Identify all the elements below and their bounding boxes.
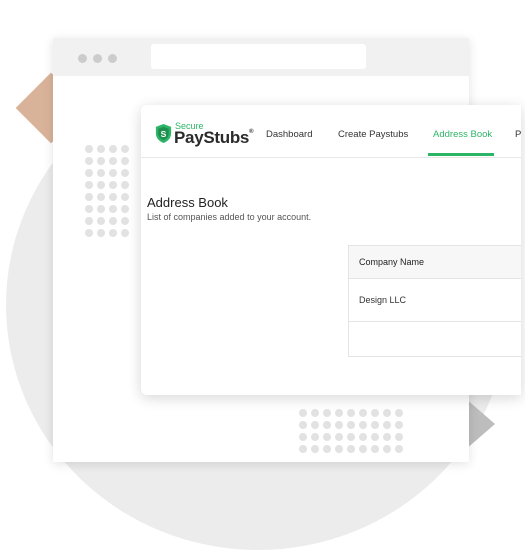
app-window: S Secure PayStubs® Dashboard Create Pays… bbox=[141, 105, 521, 395]
decorative-dot bbox=[121, 181, 129, 189]
decorative-dot bbox=[97, 169, 105, 177]
companies-table: Company Name Design LLC bbox=[348, 245, 521, 357]
page-subtitle: List of companies added to your account. bbox=[147, 212, 312, 222]
decorative-dot bbox=[121, 157, 129, 165]
decorative-dot bbox=[359, 445, 367, 453]
decorative-dot bbox=[347, 445, 355, 453]
decorative-dot bbox=[109, 205, 117, 213]
decorative-dot bbox=[383, 409, 391, 417]
decorative-dot bbox=[323, 445, 331, 453]
decorative-dot bbox=[347, 421, 355, 429]
navbar: S Secure PayStubs® Dashboard Create Pays… bbox=[141, 105, 521, 158]
decorative-dot bbox=[347, 409, 355, 417]
svg-text:S: S bbox=[161, 129, 167, 139]
decorative-dot bbox=[383, 445, 391, 453]
logo-brand-text: PayStubs® bbox=[174, 128, 254, 147]
decorative-dot-grid bbox=[299, 409, 403, 453]
decorative-dot bbox=[299, 421, 307, 429]
decorative-dot bbox=[335, 421, 343, 429]
decorative-dot bbox=[97, 205, 105, 213]
decorative-dot bbox=[347, 433, 355, 441]
decorative-dot bbox=[109, 229, 117, 237]
nav-dashboard[interactable]: Dashboard bbox=[266, 130, 312, 140]
decorative-dot bbox=[323, 409, 331, 417]
decorative-dot bbox=[395, 421, 403, 429]
decorative-dot bbox=[311, 445, 319, 453]
decorative-dot bbox=[97, 229, 105, 237]
decorative-dot bbox=[97, 181, 105, 189]
decorative-dot bbox=[109, 145, 117, 153]
decorative-dot bbox=[323, 421, 331, 429]
decorative-dot bbox=[109, 169, 117, 177]
logo[interactable]: S Secure PayStubs® bbox=[154, 120, 254, 148]
decorative-dot bbox=[121, 145, 129, 153]
decorative-dot bbox=[85, 205, 93, 213]
decorative-dot bbox=[383, 421, 391, 429]
decorative-dot bbox=[85, 145, 93, 153]
logo-registered-mark: ® bbox=[249, 129, 254, 135]
decorative-dot bbox=[85, 169, 93, 177]
decorative-dot bbox=[371, 421, 379, 429]
decorative-dot bbox=[359, 409, 367, 417]
decorative-dot bbox=[311, 433, 319, 441]
browser-chrome bbox=[53, 38, 469, 76]
decorative-dot bbox=[335, 409, 343, 417]
decorative-dot bbox=[371, 433, 379, 441]
window-dot-icon bbox=[93, 54, 102, 63]
decorative-dot bbox=[371, 409, 379, 417]
decorative-dot bbox=[109, 217, 117, 225]
decorative-dot bbox=[97, 193, 105, 201]
decorative-dot bbox=[109, 193, 117, 201]
decorative-dot bbox=[109, 181, 117, 189]
decorative-dot bbox=[299, 445, 307, 453]
decorative-dot bbox=[121, 229, 129, 237]
column-header-company-name[interactable]: Company Name bbox=[349, 246, 521, 279]
decorative-dot bbox=[371, 445, 379, 453]
decorative-dot bbox=[121, 193, 129, 201]
decorative-dot bbox=[395, 409, 403, 417]
decorative-dot bbox=[121, 205, 129, 213]
decorative-dot bbox=[299, 433, 307, 441]
decorative-triangle bbox=[465, 398, 495, 450]
decorative-dot bbox=[97, 157, 105, 165]
decorative-dot bbox=[85, 193, 93, 201]
window-dot-icon bbox=[78, 54, 87, 63]
logo-brand-name: PayStubs bbox=[174, 128, 250, 147]
decorative-dot bbox=[97, 217, 105, 225]
decorative-dot bbox=[323, 433, 331, 441]
decorative-dot bbox=[121, 169, 129, 177]
url-bar[interactable] bbox=[151, 44, 366, 69]
decorative-dot bbox=[383, 433, 391, 441]
decorative-dot bbox=[311, 421, 319, 429]
decorative-dot bbox=[395, 433, 403, 441]
decorative-dot-grid bbox=[85, 145, 129, 237]
shield-icon: S bbox=[155, 124, 172, 143]
table-row[interactable]: Design LLC bbox=[349, 279, 521, 322]
window-dot-icon bbox=[108, 54, 117, 63]
nav-item-truncated[interactable]: P bbox=[515, 130, 521, 140]
decorative-dot bbox=[85, 229, 93, 237]
decorative-dot bbox=[121, 217, 129, 225]
decorative-dot bbox=[311, 409, 319, 417]
decorative-dot bbox=[335, 433, 343, 441]
decorative-dot bbox=[299, 409, 307, 417]
decorative-dot bbox=[359, 421, 367, 429]
decorative-dot bbox=[109, 157, 117, 165]
decorative-dot bbox=[335, 445, 343, 453]
decorative-dot bbox=[85, 217, 93, 225]
decorative-dot bbox=[395, 445, 403, 453]
active-tab-indicator bbox=[428, 153, 494, 156]
decorative-dot bbox=[97, 145, 105, 153]
page-title: Address Book bbox=[147, 195, 228, 210]
nav-address-book[interactable]: Address Book bbox=[433, 130, 492, 140]
decorative-dot bbox=[85, 157, 93, 165]
decorative-dot bbox=[85, 181, 93, 189]
decorative-dot bbox=[359, 433, 367, 441]
nav-create-paystubs[interactable]: Create Paystubs bbox=[338, 130, 408, 140]
table-row bbox=[349, 322, 521, 365]
